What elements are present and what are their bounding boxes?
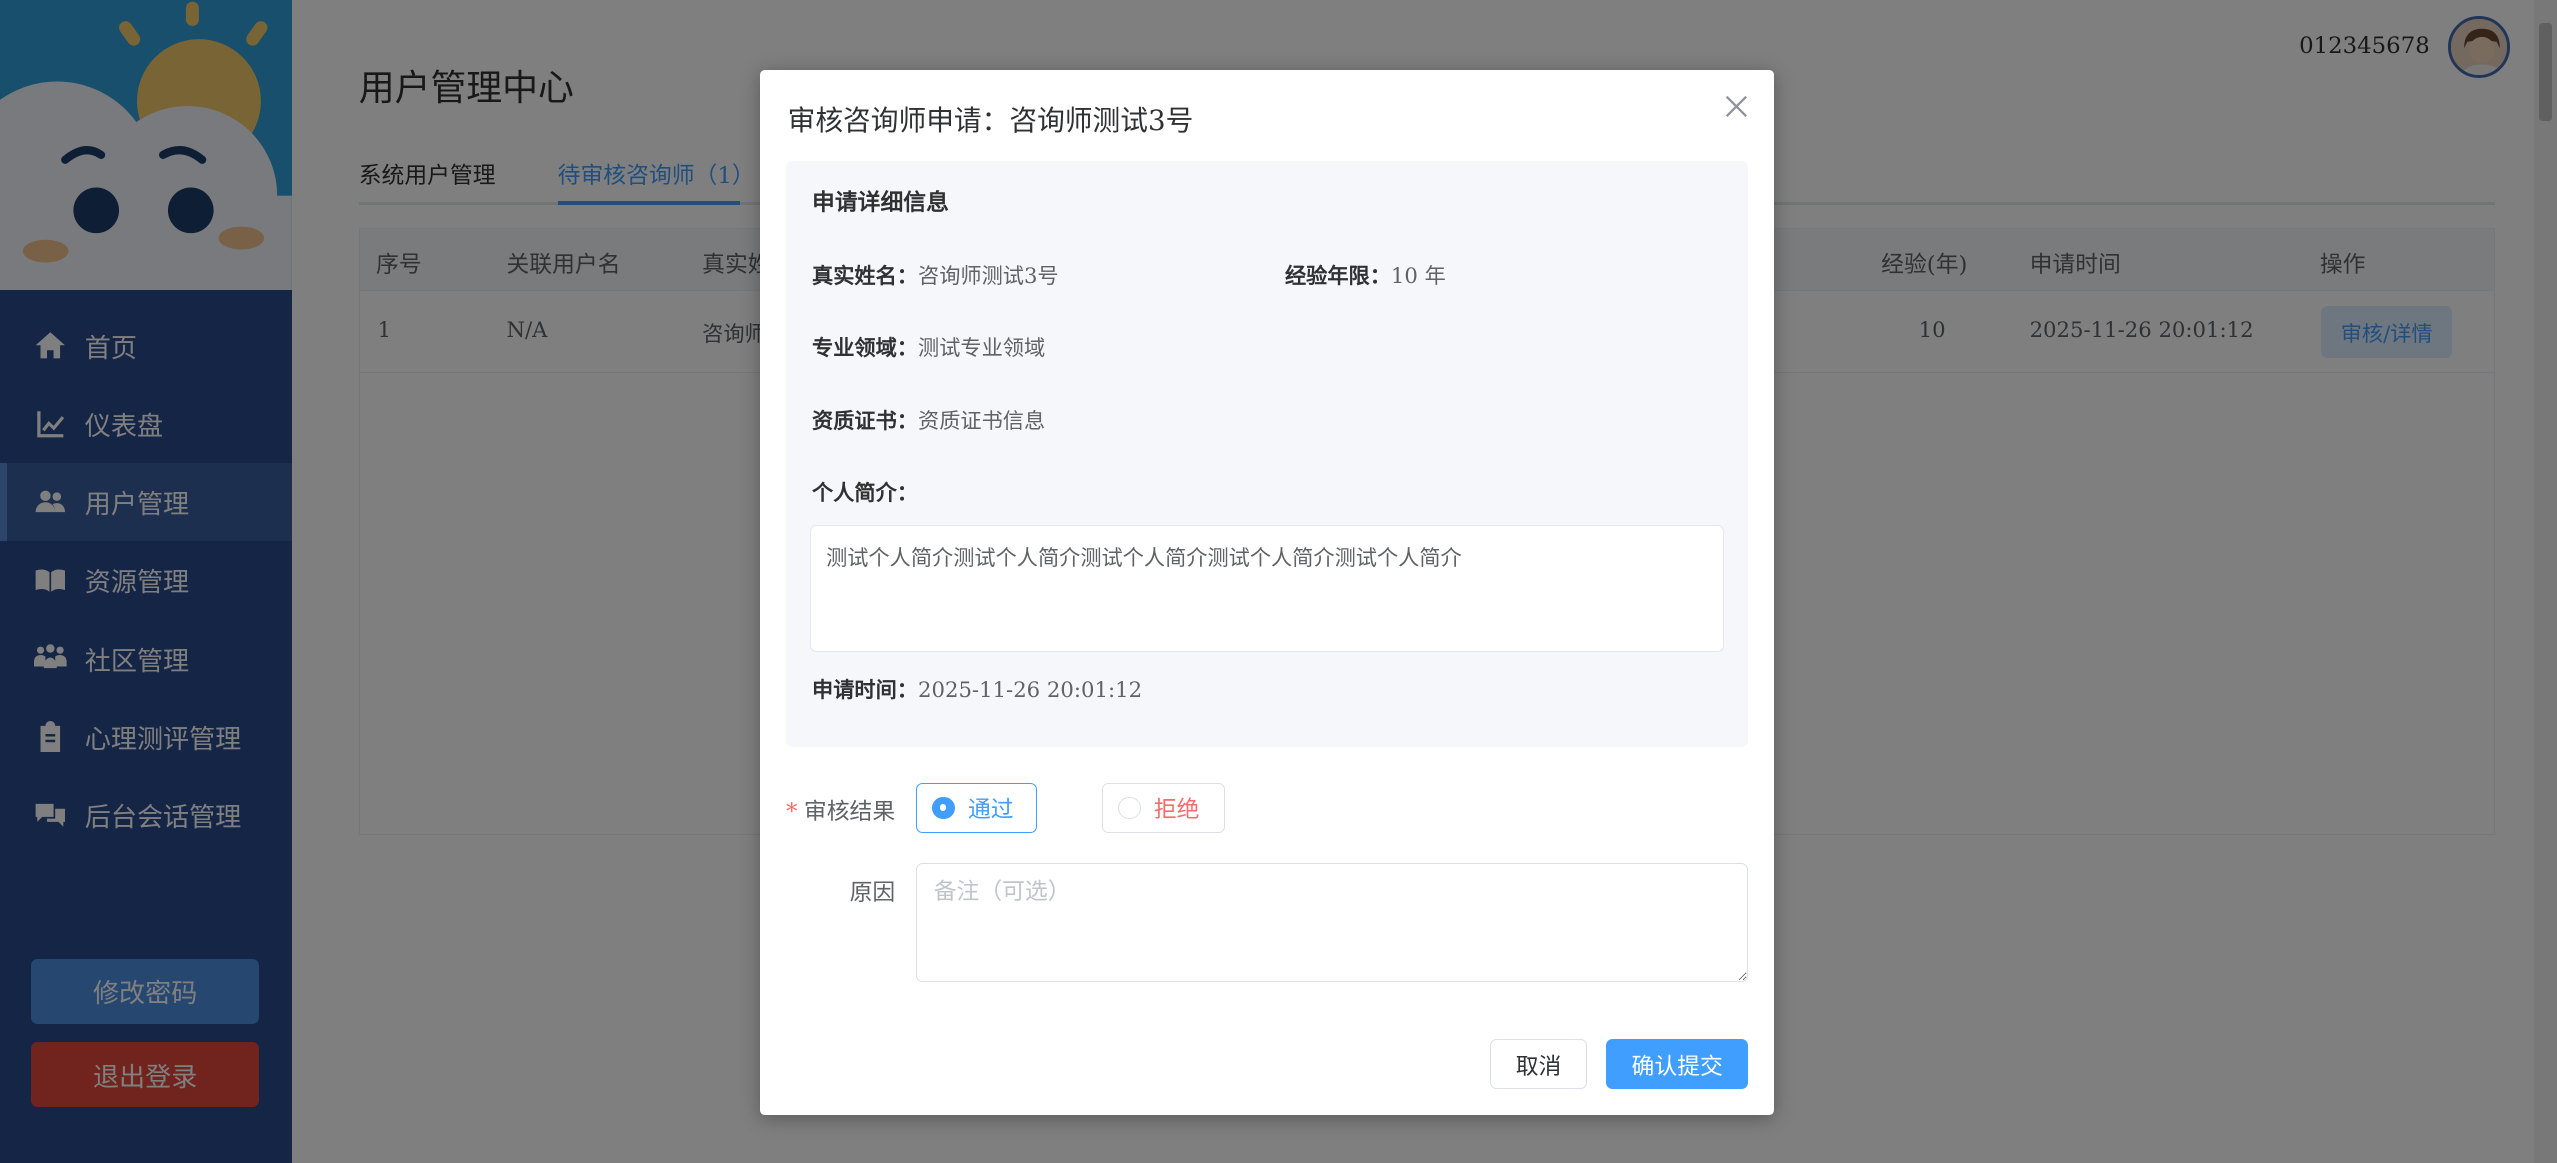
info-field: 专业领域：测试专业领域: [812, 331, 1045, 362]
info-section-title: 申请详细信息: [812, 190, 949, 217]
info-label: 个人简介：: [812, 480, 918, 506]
required-asterisk: *: [785, 798, 798, 825]
radio-unchecked-icon: [1118, 796, 1141, 820]
info-value: 咨询师测试3号: [918, 263, 1059, 289]
info-certificate: 资质证书：资质证书信息: [812, 404, 1045, 435]
info-label: 专业领域：: [812, 335, 918, 360]
radio-pass-label: 通过: [967, 797, 1014, 824]
info-value: 2025-11-26 20:01:12: [918, 677, 1143, 703]
info-real-name: 真实姓名：咨询师测试3号: [812, 259, 1059, 290]
reason-textarea[interactable]: [916, 862, 1749, 982]
application-info-panel: 申请详细信息 真实姓名：咨询师测试3号 经验年限：10 年 专业领域：测试专业领…: [785, 161, 1749, 747]
bio-text-box: 测试个人简介测试个人简介测试个人简介测试个人简介测试个人简介: [810, 525, 1724, 653]
radio-pass[interactable]: 通过: [916, 782, 1038, 834]
info-label: 申请时间：: [812, 677, 918, 703]
review-dialog: 审核咨询师申请：咨询师测试3号 申请详细信息 真实姓名：咨询师测试3号 经验年限…: [759, 70, 1775, 1116]
reason-label: 原因: [849, 880, 896, 907]
info-value: 10 年: [1390, 263, 1446, 289]
info-experience: 经验年限：10 年: [1285, 259, 1446, 290]
review-result-label: * 审核结果: [786, 793, 895, 826]
info-bio-label: 个人简介：: [812, 476, 918, 507]
radio-reject[interactable]: 拒绝: [1102, 782, 1225, 834]
info-value: 测试专业领域: [918, 335, 1046, 360]
confirm-submit-button[interactable]: 确认提交: [1606, 1038, 1749, 1090]
info-apply-time: 申请时间：2025-11-26 20:01:12: [812, 673, 1142, 704]
info-label: 经验年限：: [1284, 263, 1391, 289]
close-icon[interactable]: [1725, 95, 1748, 118]
dialog-title: 审核咨询师申请：咨询师测试3号: [787, 103, 1194, 137]
radio-checked-icon: [932, 796, 955, 820]
cancel-button[interactable]: 取消: [1490, 1038, 1587, 1090]
info-value: 资质证书信息: [918, 408, 1046, 434]
review-result-text: 审核结果: [803, 798, 896, 825]
info-label: 真实姓名：: [812, 263, 918, 289]
info-label: 资质证书：: [812, 408, 918, 434]
app-root: 首页 仪表盘 用户管理 资源管理 社区管理 心理测评管理: [0, 0, 2557, 1163]
radio-reject-label: 拒绝: [1153, 797, 1200, 824]
